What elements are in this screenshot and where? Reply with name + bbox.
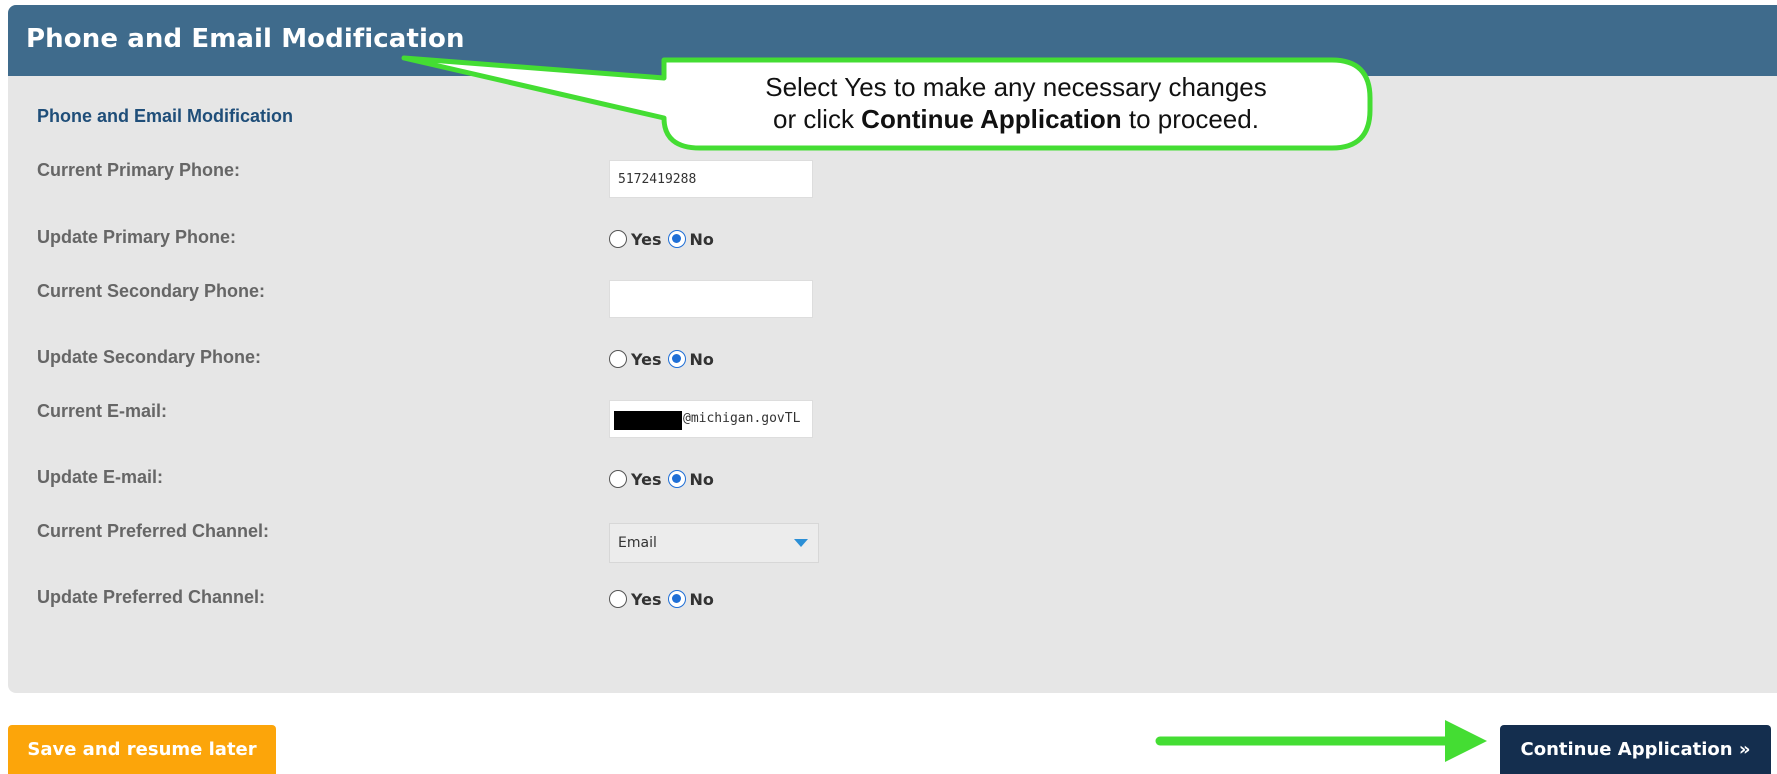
callout-line-2: or click Continue Application to proceed… [666,103,1366,135]
callout-text: Select Yes to make any necessary changes… [666,71,1366,135]
update-secondary-phone-yes-radio[interactable] [609,350,627,368]
update-secondary-phone-label: Update Secondary Phone: [37,347,262,367]
update-primary-phone-radio-group: Yes No [609,227,720,251]
email-value: @michigan.govTL [683,411,801,426]
update-secondary-phone-radio-group: Yes No [609,347,720,371]
current-preferred-channel-label: Current Preferred Channel: [37,521,270,541]
callout-line-2-bold: Continue Application [861,104,1122,134]
current-primary-phone-label: Current Primary Phone: [37,160,241,180]
callout-line-2-suffix: to proceed. [1121,104,1259,134]
update-primary-phone-label: Update Primary Phone: [37,227,237,247]
radio-label-no: No [689,589,714,609]
radio-label-no: No [689,469,714,489]
radio-label-yes: Yes [631,589,662,609]
update-email-yes-radio[interactable] [609,470,627,488]
panel-header: Phone and Email Modification [8,5,1777,76]
update-preferred-channel-no-radio[interactable] [667,590,686,608]
callout-line-2-prefix: or click [773,104,862,134]
current-email-label: Current E-mail: [37,401,168,421]
update-primary-phone-yes-radio[interactable] [609,230,627,248]
current-secondary-phone-label: Current Secondary Phone: [37,281,266,301]
radio-label-no: No [689,229,714,249]
callout-line-1: Select Yes to make any necessary changes [765,72,1267,102]
radio-label-yes: Yes [631,469,662,489]
preferred-channel-select[interactable]: Email [609,523,819,563]
radio-label-yes: Yes [631,229,662,249]
redaction-box [614,411,682,430]
update-preferred-channel-radio-group: Yes No [609,587,720,611]
section-title: Phone and Email Modification [37,106,294,126]
arrow-right-icon [1155,720,1487,762]
update-secondary-phone-no-radio[interactable] [667,350,686,368]
update-email-label: Update E-mail: [37,467,164,487]
current-primary-phone-input[interactable] [609,160,813,198]
save-and-resume-button[interactable]: Save and resume later [8,725,276,774]
update-email-no-radio[interactable] [667,470,686,488]
preferred-channel-value: Email [618,535,657,551]
chevron-down-icon [794,539,808,547]
update-primary-phone-no-radio[interactable] [667,230,686,248]
current-secondary-phone-input[interactable] [609,280,813,318]
update-email-radio-group: Yes No [609,467,720,491]
update-preferred-channel-label: Update Preferred Channel: [37,587,266,607]
radio-label-yes: Yes [631,349,662,369]
continue-application-button[interactable]: Continue Application » [1500,725,1771,774]
page-title: Phone and Email Modification [26,24,465,54]
update-preferred-channel-yes-radio[interactable] [609,590,627,608]
radio-label-no: No [689,349,714,369]
current-email-input[interactable]: @michigan.govTL [609,400,813,438]
